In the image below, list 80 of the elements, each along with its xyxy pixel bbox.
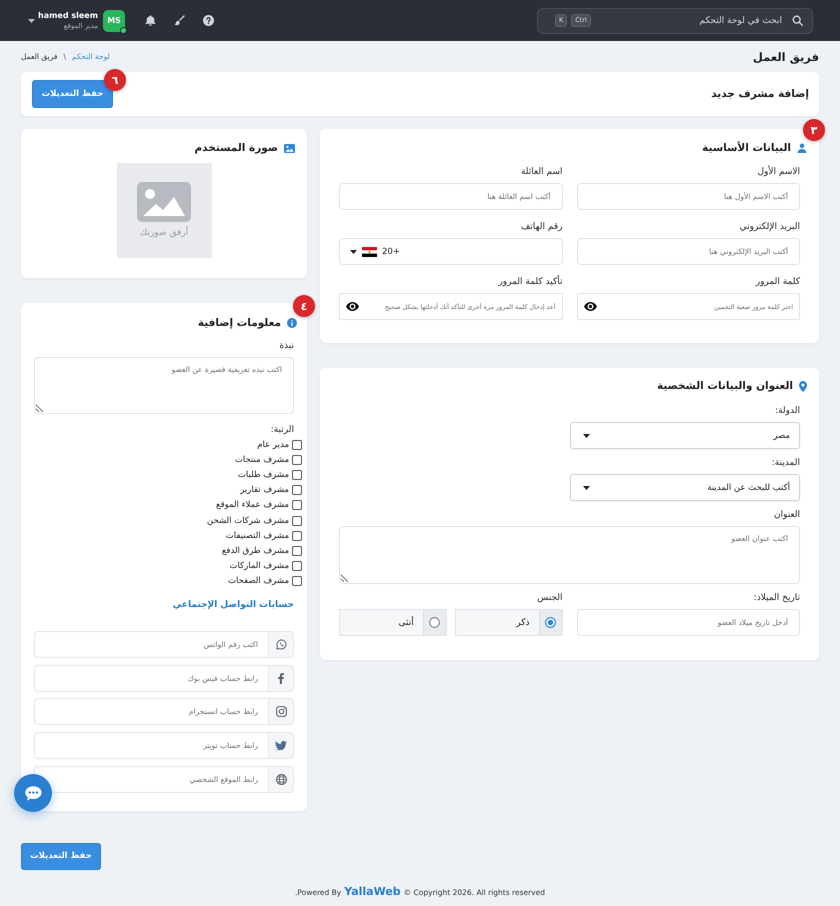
step-badge: ٦ <box>104 69 126 91</box>
image-upload-placeholder[interactable]: أرفق صورتك <box>116 163 212 258</box>
checkbox-label: مشرف عملاء الموقع <box>216 499 289 512</box>
avatar[interactable]: MS <box>103 10 126 32</box>
field-label: الرتبة: <box>270 424 294 436</box>
checkbox[interactable] <box>292 546 302 556</box>
eye-icon[interactable] <box>346 302 359 311</box>
checkbox-label: مشرف طرق الدفع <box>222 544 289 557</box>
upload-hint: أرفق صورتك <box>140 228 188 239</box>
radio-option[interactable]: أنثى <box>339 609 447 636</box>
twitter-icon <box>268 732 294 760</box>
help-icon[interactable] <box>203 15 214 26</box>
checkbox-label: مشرف الصفحات <box>228 575 289 588</box>
eye-icon[interactable] <box>584 302 596 311</box>
info-icon <box>287 318 297 328</box>
checkbox-label: مشرف الماركات <box>229 560 289 572</box>
field-label: الدولة: <box>774 405 800 417</box>
checkbox-label: مدير عام <box>257 438 289 451</box>
radio-icon[interactable] <box>545 617 556 628</box>
caret-icon <box>582 486 590 490</box>
checkbox-label: مشرف طلبات <box>238 468 289 481</box>
brand-link[interactable]: YallaWeb <box>344 886 401 898</box>
step-badge: ٤ <box>293 295 315 317</box>
notification-bell-icon[interactable] <box>145 15 156 26</box>
card-title: معلومات إضافية <box>198 317 281 329</box>
picture-icon <box>137 182 191 222</box>
checkbox-label: مشرف منتجات <box>234 454 289 466</box>
chat-icon <box>24 786 42 800</box>
step-badge: ٣ <box>803 119 825 141</box>
save-button[interactable]: حفظ التعديلات <box>32 80 113 108</box>
image-icon <box>284 144 295 152</box>
checkbox-label: مشرف شركات الشحن <box>207 514 289 527</box>
checkbox[interactable] <box>292 485 302 496</box>
checkbox[interactable] <box>292 500 302 510</box>
card-title: إضافة مشرف جديد <box>711 88 809 100</box>
card-title: البيانات الأساسية <box>702 142 791 154</box>
checkbox[interactable] <box>292 516 302 526</box>
checkbox[interactable] <box>292 470 302 480</box>
select-field[interactable]: مصر <box>570 422 800 449</box>
field-label: المدينة: <box>770 457 800 469</box>
field-label: العنوان <box>772 509 800 521</box>
page-title: فريق العمل <box>752 50 819 64</box>
caret-icon[interactable] <box>28 18 35 22</box>
field-label: رقم الهاتف <box>520 221 562 233</box>
checkbox-label: مشرف تقارير <box>240 484 289 496</box>
field-label: البريد الإلكتروني <box>738 221 800 233</box>
field-label: تاريخ الميلاد: <box>752 592 800 604</box>
caret-icon <box>582 434 590 438</box>
flag-icon <box>362 246 377 256</box>
field-label: نبذة <box>278 340 294 352</box>
section-heading: حسابات التواصل الإجتماعي <box>172 598 294 611</box>
save-button[interactable]: حفظ التعديلات <box>21 842 101 870</box>
field-label: تأكيد كلمة المرور <box>339 276 562 288</box>
select-field[interactable]: أكتب للبحث عن المدينة <box>570 474 800 501</box>
radio-option[interactable]: ذكر <box>454 609 562 636</box>
brush-icon[interactable] <box>174 15 186 26</box>
card-title: العنوان والبيانات الشخصية <box>656 380 793 392</box>
search-icon <box>792 15 803 26</box>
field-label: كلمة المرور <box>754 276 800 288</box>
user-icon <box>797 143 807 153</box>
checkbox[interactable] <box>292 561 302 572</box>
whatsapp-icon <box>268 630 294 658</box>
chat-button[interactable] <box>14 774 52 812</box>
checkbox-label: مشرف التصنيفات <box>226 530 289 542</box>
user-name: hamed sleem <box>38 10 98 21</box>
checkbox[interactable] <box>292 440 302 450</box>
phone-field[interactable]: +20 <box>339 238 562 265</box>
field-label: الاسم الأول <box>756 166 800 178</box>
facebook-icon <box>268 664 294 692</box>
map-pin-icon <box>799 380 807 392</box>
field-label: اسم العائلة <box>520 166 562 178</box>
checkbox[interactable] <box>292 530 302 541</box>
checkbox[interactable] <box>292 454 302 465</box>
instagram-icon <box>268 698 294 726</box>
caret-icon[interactable] <box>350 250 357 254</box>
globe-icon <box>268 766 294 793</box>
radio-icon[interactable] <box>429 617 440 628</box>
field-label: الجنس <box>536 592 562 604</box>
checkbox[interactable] <box>292 576 302 586</box>
card-title: صورة المستخدم <box>194 142 278 154</box>
